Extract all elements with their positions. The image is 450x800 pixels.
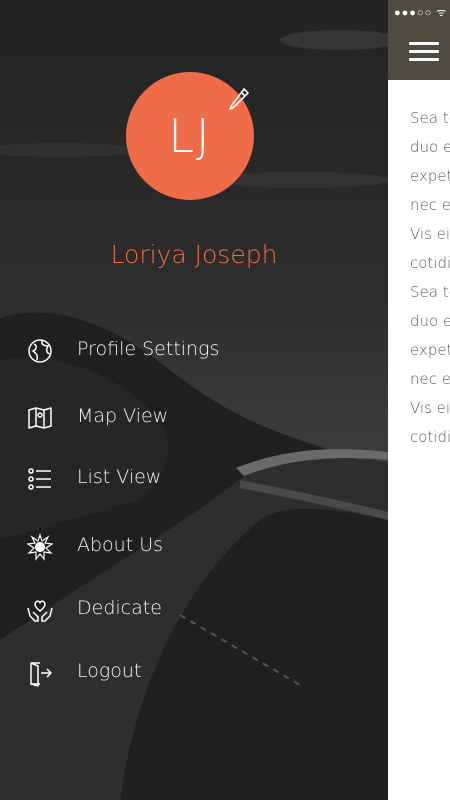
pencil-edit-icon[interactable] bbox=[226, 85, 252, 111]
menu-item-label: Profile Settings bbox=[77, 338, 220, 360]
menu-item-dedicate[interactable]: Dedicate bbox=[0, 585, 388, 633]
globe-icon bbox=[28, 339, 52, 363]
navigation-drawer: LJ Loriya Joseph Profile Settings Map Vi… bbox=[0, 0, 388, 800]
text-line: Sea to bbox=[410, 109, 450, 127]
user-name: Loriya Joseph bbox=[110, 240, 278, 269]
text-line: Sea to bbox=[410, 283, 450, 301]
logout-icon bbox=[30, 662, 52, 687]
badge-icon bbox=[26, 533, 54, 561]
text-line: Vis ei bbox=[410, 399, 450, 417]
text-line: cotidie bbox=[410, 254, 450, 272]
menu-item-label: Map View bbox=[77, 405, 169, 427]
text-line: cotidie bbox=[410, 428, 450, 446]
text-line: nec ei bbox=[410, 196, 450, 214]
main-content-panel: ●●●○○ ᯤ Sea to duo e expete nec ei Vis e… bbox=[388, 0, 450, 800]
text-line: expete bbox=[410, 341, 450, 359]
top-app-bar: ●●●○○ ᯤ bbox=[388, 0, 450, 80]
hamburger-icon bbox=[409, 42, 439, 45]
text-line: nec ei bbox=[410, 370, 450, 388]
text-line: duo e bbox=[410, 312, 450, 330]
menu-item-label: List View bbox=[77, 466, 162, 488]
hamburger-menu-button[interactable] bbox=[409, 42, 439, 62]
text-line: Vis ei bbox=[410, 225, 450, 243]
text-line: expete bbox=[410, 167, 450, 185]
menu-item-label: Dedicate bbox=[77, 597, 162, 619]
text-line: duo e bbox=[410, 138, 450, 156]
signal-indicator: ●●●○○ bbox=[394, 7, 433, 19]
menu-item-label: About Us bbox=[77, 534, 164, 556]
menu-item-list-view[interactable]: List View bbox=[0, 454, 388, 502]
list-icon bbox=[28, 468, 51, 490]
status-bar: ●●●○○ ᯤ bbox=[394, 5, 447, 20]
menu-item-profile-settings[interactable]: Profile Settings bbox=[0, 326, 388, 374]
hands-heart-icon bbox=[27, 600, 53, 622]
menu-item-map-view[interactable]: Map View bbox=[0, 393, 388, 441]
map-icon bbox=[28, 407, 52, 429]
menu-item-logout[interactable]: Logout bbox=[0, 648, 388, 696]
body-text: Sea to duo e expete nec ei Vis ei cotidi… bbox=[410, 104, 450, 452]
wifi-icon: ᯤ bbox=[436, 7, 448, 19]
menu-item-label: Logout bbox=[77, 660, 142, 682]
menu-item-about-us[interactable]: About Us bbox=[0, 522, 388, 570]
